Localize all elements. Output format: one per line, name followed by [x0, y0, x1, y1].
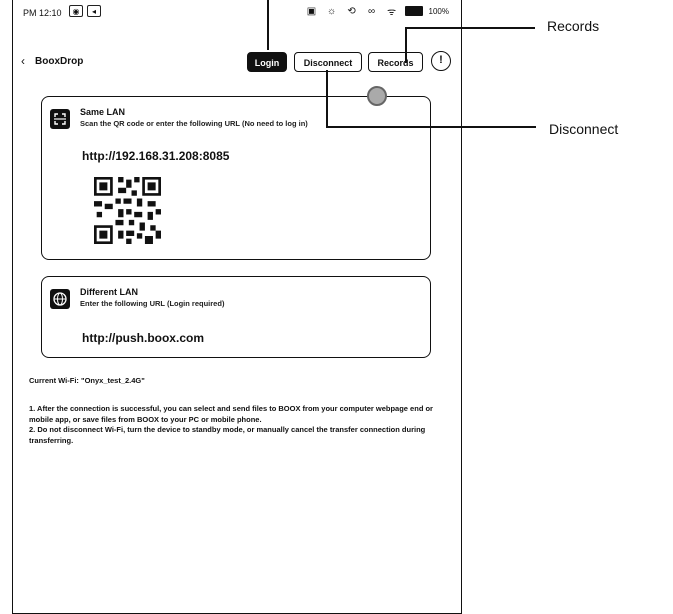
navigation-icon[interactable]: ◂: [87, 5, 101, 17]
screen-refresh-icon[interactable]: ◉: [69, 5, 83, 17]
login-button[interactable]: Login: [247, 52, 287, 72]
status-bar: PM 12:10 ◉ ◂ ▣ ☼ ⟲ ∞ ᯤ 100%: [13, 0, 461, 28]
login-callout-line: [267, 0, 269, 50]
records-callout-line: [405, 27, 535, 29]
same-lan-subtitle: Scan the QR code or enter the following …: [80, 119, 308, 128]
page-title: BooxDrop: [35, 56, 84, 67]
wifi-icon: ᯤ: [386, 7, 397, 18]
current-wifi-text: Current Wi-Fi: "Onyx_test_2.4G": [29, 376, 145, 385]
back-chevron-icon[interactable]: ‹: [21, 54, 25, 68]
battery-icon: [404, 6, 423, 16]
disconnect-button[interactable]: Disconnect: [294, 52, 362, 72]
info-icon[interactable]: !: [431, 51, 451, 71]
globe-icon: [50, 289, 70, 309]
qr-code: [94, 177, 161, 244]
status-time: PM 12:10: [23, 8, 62, 18]
records-callout-label: Records: [547, 18, 600, 34]
different-lan-card: Different LAN Enter the following URL (L…: [41, 276, 431, 358]
instruction-1: 1. After the connection is successful, y…: [29, 404, 433, 424]
same-lan-card: Same LAN Scan the QR code or enter the f…: [41, 96, 431, 260]
different-lan-subtitle: Enter the following URL (Login required): [80, 299, 225, 308]
app-header: ‹ BooxDrop Login Disconnect Records !: [13, 48, 461, 78]
sync-box-icon: ▣: [306, 5, 317, 17]
records-button[interactable]: Records: [368, 52, 423, 72]
records-callout-drop: [405, 27, 407, 63]
disconnect-callout-line: [326, 126, 536, 128]
link-icon: ∞: [367, 5, 376, 17]
touch-indicator: [367, 86, 387, 106]
brightness-icon: ☼: [326, 5, 337, 17]
instruction-2: 2. Do not disconnect Wi-Fi, turn the dev…: [29, 425, 426, 445]
instructions: 1. After the connection is successful, y…: [29, 404, 444, 446]
scan-icon: [50, 109, 70, 129]
different-lan-title: Different LAN: [80, 287, 138, 297]
status-icons: ▣ ☼ ⟲ ∞ ᯤ 100%: [305, 5, 449, 19]
disconnect-callout-label: Disconnect: [549, 121, 619, 137]
same-lan-url: http://192.168.31.208:8085: [82, 149, 230, 163]
same-lan-title: Same LAN: [80, 107, 126, 117]
disconnect-callout-drop: [326, 70, 328, 127]
device-screen: PM 12:10 ◉ ◂ ▣ ☼ ⟲ ∞ ᯤ 100% ‹ BooxDrop L…: [12, 0, 462, 614]
battery-percent: 100%: [428, 6, 449, 16]
rotate-icon: ⟲: [347, 5, 356, 17]
different-lan-url: http://push.boox.com: [82, 331, 204, 345]
